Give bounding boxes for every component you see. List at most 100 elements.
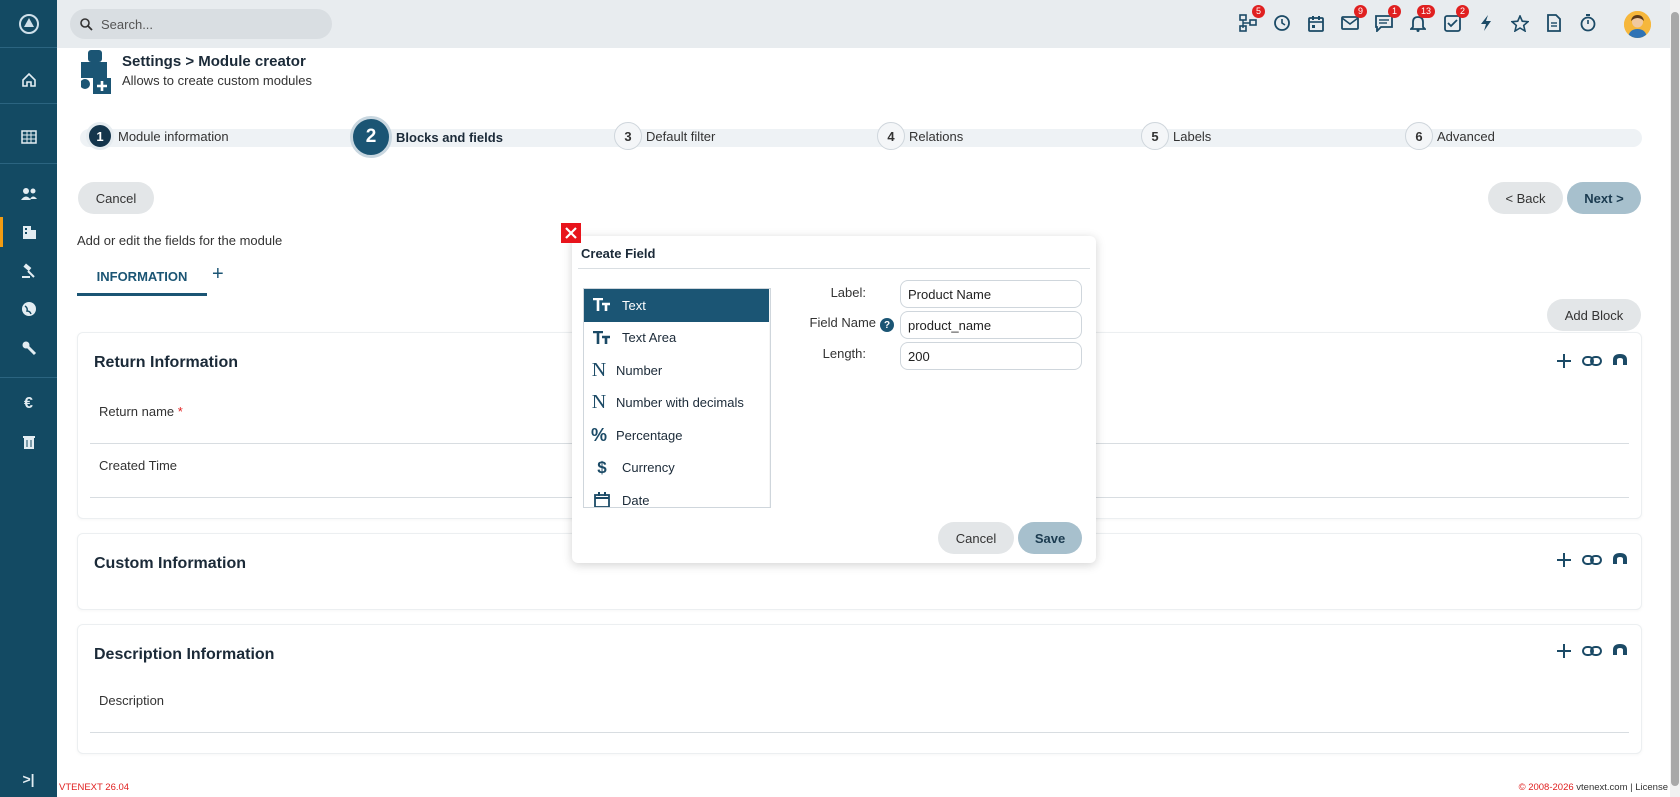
link-icon[interactable] <box>1582 352 1602 373</box>
expand-sidebar-icon[interactable]: >| <box>0 760 57 797</box>
add-field-icon[interactable] <box>1555 352 1573 373</box>
dialog-cancel-button[interactable]: Cancel <box>938 522 1014 554</box>
search-input[interactable] <box>101 16 321 32</box>
next-button[interactable]: Next > <box>1567 182 1641 214</box>
processes-badge: 5 <box>1251 5 1265 18</box>
field-type-date[interactable]: Date <box>584 484 770 507</box>
chat-badge: 1 <box>1387 5 1401 18</box>
magnet-icon[interactable] <box>1611 352 1629 373</box>
help-icon[interactable]: ? <box>880 318 894 332</box>
field-type-percentage[interactable]: % Percentage <box>584 419 770 452</box>
length-input[interactable] <box>900 342 1082 370</box>
block-tools <box>1555 352 1629 373</box>
users-icon[interactable] <box>0 175 57 213</box>
footer-copyright: © 2008-2026 vtenext.com | License <box>1518 782 1668 793</box>
user-avatar[interactable] <box>1624 11 1651 38</box>
block-tools <box>1555 551 1629 572</box>
page-scrollbar[interactable] <box>1670 0 1680 797</box>
close-icon[interactable] <box>561 223 581 243</box>
step-default-filter[interactable]: 3 Default filter <box>614 122 715 150</box>
tasks-icon[interactable]: 2 <box>1441 5 1469 34</box>
search-icon <box>80 17 93 31</box>
field-type-currency[interactable]: $ Currency <box>584 452 770 485</box>
dialog-title: Create Field <box>581 246 656 261</box>
calendar-icon <box>590 492 614 507</box>
grid-icon[interactable] <box>0 118 57 156</box>
magnet-icon[interactable] <box>1611 642 1629 663</box>
wrench-icon[interactable] <box>0 329 57 367</box>
home-icon[interactable] <box>0 61 57 99</box>
footer-version: VTENEXT 26.04 <box>59 782 130 793</box>
add-tab-icon[interactable]: + <box>212 263 224 286</box>
field-created-time[interactable]: Created Time <box>99 458 177 473</box>
document-icon[interactable] <box>1543 12 1565 34</box>
field-type-text-area[interactable]: Text Area <box>584 322 770 355</box>
block-description-information: Description Information Description <box>77 624 1642 754</box>
create-field-dialog: Create Field Text Text Area N Number N N… <box>572 236 1096 563</box>
field-type-number[interactable]: N Number <box>584 354 770 387</box>
app-logo[interactable] <box>0 0 57 48</box>
bell-icon[interactable]: 13 <box>1407 5 1435 34</box>
processes-icon[interactable]: 5 <box>1237 5 1265 34</box>
step-module-information[interactable]: 1 Module information <box>86 122 229 150</box>
star-icon[interactable] <box>1509 12 1531 34</box>
sidebar: € >| <box>0 0 57 797</box>
mail-icon[interactable]: 9 <box>1339 5 1367 34</box>
lightning-icon[interactable] <box>1475 12 1497 34</box>
magnet-icon[interactable] <box>1611 551 1629 572</box>
cancel-button[interactable]: Cancel <box>78 182 154 214</box>
percent-icon: % <box>590 424 607 445</box>
step-labels[interactable]: 5 Labels <box>1141 122 1211 150</box>
step-blocks-and-fields[interactable]: 2 Blocks and fields <box>350 116 503 158</box>
field-return-name[interactable]: Return name * <box>99 404 183 419</box>
number-icon: N <box>591 391 607 414</box>
field-name-input[interactable] <box>900 311 1082 339</box>
tab-information[interactable]: INFORMATION <box>77 259 207 296</box>
building-icon[interactable] <box>0 213 57 251</box>
block-title: Description Information <box>94 646 275 663</box>
footer-site-link[interactable]: vtenext.com <box>1576 782 1627 793</box>
length-caption: Length: <box>822 346 866 361</box>
back-button[interactable]: < Back <box>1488 182 1563 214</box>
notifications-badge: 13 <box>1416 5 1435 18</box>
label-input[interactable] <box>900 280 1082 308</box>
number-icon: N <box>591 358 607 381</box>
calendar-icon[interactable] <box>1305 12 1327 34</box>
stopwatch-icon[interactable] <box>1577 12 1599 34</box>
add-field-icon[interactable] <box>1555 551 1573 572</box>
field-type-text[interactable]: Text <box>584 289 770 322</box>
tasks-badge: 2 <box>1455 5 1469 18</box>
field-type-number-with-decimals[interactable]: N Number with decimals <box>584 387 770 420</box>
intro-text: Add or edit the fields for the module <box>77 233 283 248</box>
add-field-icon[interactable] <box>1555 642 1573 663</box>
footer-license-link[interactable]: License <box>1635 782 1668 793</box>
dialog-save-button[interactable]: Save <box>1018 522 1082 554</box>
mail-badge: 9 <box>1353 5 1367 18</box>
history-icon[interactable] <box>1271 12 1293 34</box>
gavel-icon[interactable] <box>0 252 57 290</box>
list-scrollbar[interactable]: ▲ ▼ <box>769 289 770 507</box>
euro-icon[interactable]: € <box>0 385 57 423</box>
step-relations[interactable]: 4 Relations <box>877 122 963 150</box>
block-title: Return Information <box>94 354 238 371</box>
search-box[interactable] <box>70 9 332 39</box>
trash-icon[interactable] <box>0 423 57 461</box>
add-block-button[interactable]: Add Block <box>1547 299 1641 331</box>
link-icon[interactable] <box>1582 551 1602 572</box>
step-advanced[interactable]: 6 Advanced <box>1405 122 1495 150</box>
page-title: Settings > Module creator <box>122 53 306 70</box>
dollar-icon: $ <box>597 457 607 477</box>
page-subtitle: Allows to create custom modules <box>122 73 313 88</box>
block-tools <box>1555 642 1629 663</box>
text-type-icon <box>590 298 614 312</box>
module-creator-icon <box>80 50 113 97</box>
field-type-list[interactable]: Text Text Area N Number N Number with de… <box>583 288 771 508</box>
globe-icon[interactable] <box>0 290 57 328</box>
field-name-caption: Field Name <box>809 315 876 330</box>
chat-icon[interactable]: 1 <box>1373 5 1401 34</box>
text-type-icon <box>590 330 614 345</box>
field-description[interactable]: Description <box>99 693 164 708</box>
block-title: Custom Information <box>94 555 246 572</box>
label-caption: Label: <box>830 285 866 300</box>
link-icon[interactable] <box>1582 642 1602 663</box>
